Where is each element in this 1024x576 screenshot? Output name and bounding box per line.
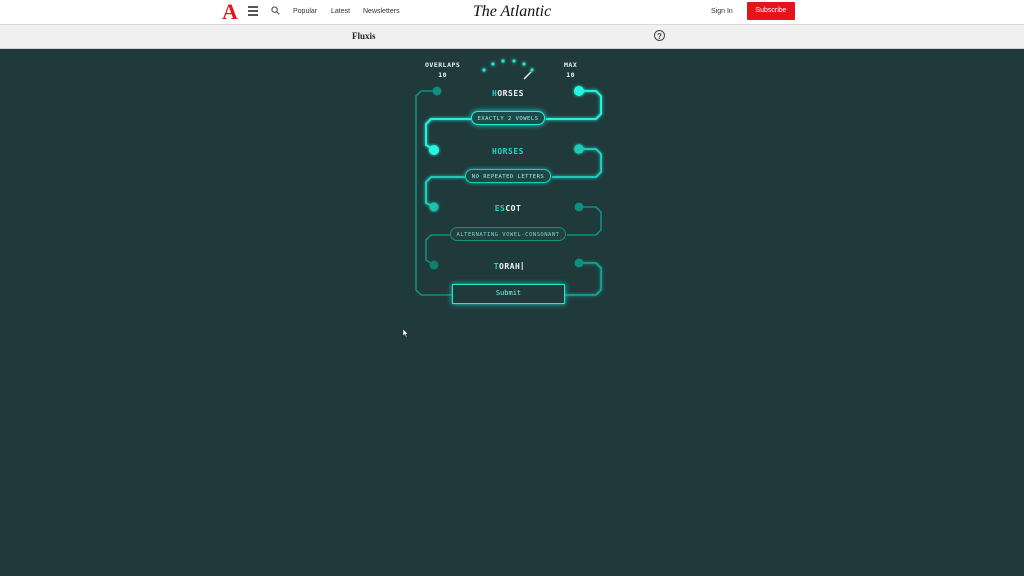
submit-button[interactable]: Submit [452, 284, 565, 304]
overlaps-value: 10 [438, 71, 448, 79]
gauge-dot [530, 68, 534, 72]
overlaps-stat: OVERLAPS 10 [425, 61, 460, 80]
gauge-dot [491, 62, 495, 66]
rule-alternating-vowel-consonant: ALTERNATING VOWEL-CONSONANT [450, 227, 566, 241]
gauge-dot [501, 59, 505, 63]
gauge-needle [523, 71, 532, 80]
max-value: 10 [566, 71, 576, 79]
word-2[interactable]: HORSES [492, 147, 524, 157]
node-dot [429, 260, 439, 270]
rule-no-repeated-letters: NO REPEATED LETTERS [465, 169, 551, 183]
overlaps-label: OVERLAPS [425, 61, 461, 69]
mouse-pointer-icon [403, 329, 409, 338]
circuit-outer-right [565, 262, 602, 296]
node-dot [574, 258, 584, 268]
overlap-gauge [482, 59, 534, 72]
word-1[interactable]: HORSES [492, 89, 524, 99]
node-dot [574, 202, 584, 212]
word-3[interactable]: ESCOT [495, 204, 522, 214]
node-dot [429, 202, 439, 212]
gauge-dot [482, 68, 486, 72]
node-dot [574, 144, 584, 154]
node-dot [429, 145, 439, 155]
max-stat: MAX 10 [564, 61, 577, 80]
word-4-input[interactable]: TORAH [494, 262, 523, 272]
gauge-dot [522, 62, 526, 66]
gauge-dot [512, 59, 516, 63]
text-cursor [521, 262, 523, 270]
node-dot [574, 86, 584, 96]
node-dot [432, 86, 442, 96]
max-label: MAX [564, 61, 578, 69]
rule-exactly-2-vowels: EXACTLY 2 VOWELS [471, 111, 545, 125]
